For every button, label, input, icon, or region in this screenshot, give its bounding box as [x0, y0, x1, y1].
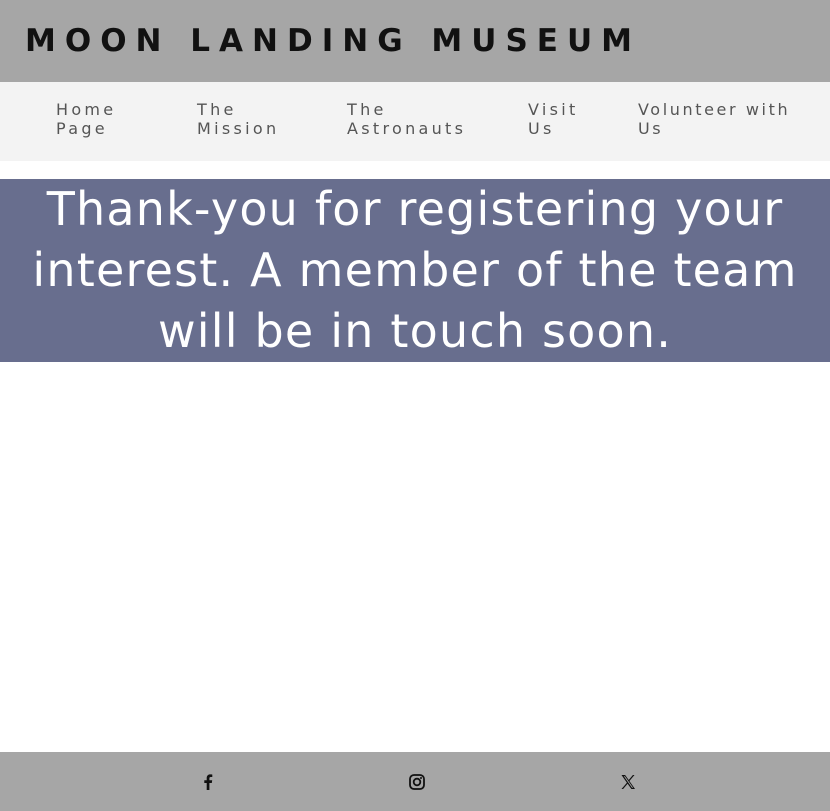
nav-item-label-line: Us	[638, 119, 664, 138]
banner-text-line: will be in touch soon.	[157, 304, 673, 358]
nav-item-label-line: Home	[56, 100, 117, 119]
nav-item-label-line: Mission	[197, 119, 280, 138]
banner-text-line: Thank-you for registering your	[46, 182, 784, 236]
nav-item-label-line: The	[197, 100, 237, 119]
facebook-icon	[204, 774, 213, 790]
x-twitter-link[interactable]	[616, 770, 640, 794]
nav-item-volunteer-with-us[interactable]: Volunteer with Us	[638, 100, 790, 138]
site-title: MOON LANDING MUSEUM	[25, 23, 641, 59]
nav-item-the-mission[interactable]: The Mission	[197, 100, 279, 138]
nav-item-visit-us[interactable]: Visit Us	[528, 100, 579, 138]
nav-item-label-line: Page	[56, 119, 108, 138]
site-footer	[0, 752, 830, 811]
facebook-link[interactable]	[196, 770, 220, 794]
nav-item-the-astronauts[interactable]: The Astronauts	[347, 100, 466, 138]
nav-item-label-line: The	[347, 100, 387, 119]
main-nav: Home Page The Mission The Astronauts Vis…	[0, 82, 830, 161]
site-header: MOON LANDING MUSEUM	[0, 0, 830, 82]
banner-text-line: interest. A member of the team	[32, 243, 798, 297]
x-twitter-icon	[621, 775, 635, 789]
nav-item-label-line: Us	[528, 119, 555, 138]
nav-item-home-page[interactable]: Home Page	[56, 100, 116, 138]
instagram-link[interactable]	[405, 770, 429, 794]
nav-item-label-line: Astronauts	[347, 119, 467, 138]
nav-item-label-line: Volunteer with	[638, 100, 791, 119]
thank-you-banner: Thank-you for registering your interest.…	[0, 179, 830, 362]
nav-item-label-line: Visit	[528, 100, 579, 119]
instagram-icon	[409, 774, 425, 790]
page: MOON LANDING MUSEUM Home Page The Missio…	[0, 0, 830, 811]
